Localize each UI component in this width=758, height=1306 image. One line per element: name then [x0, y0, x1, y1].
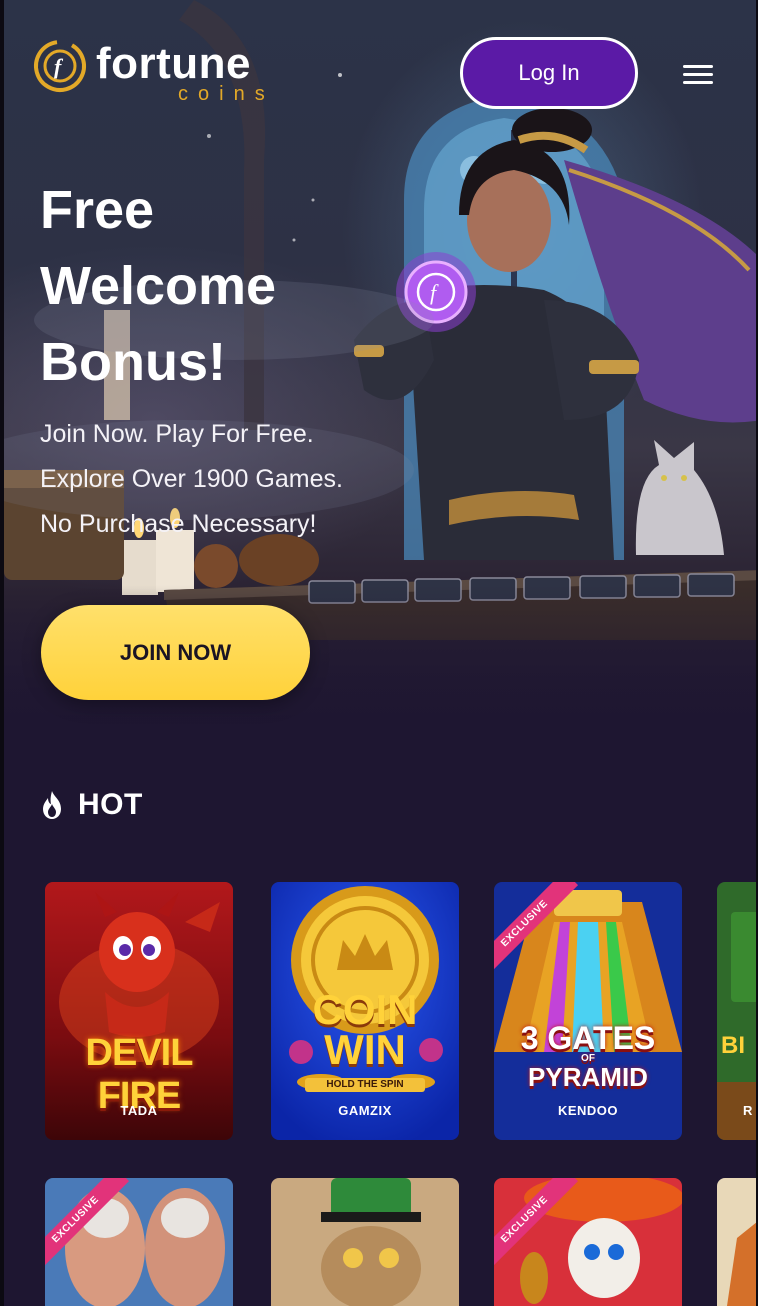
- game-title: BI: [721, 1032, 745, 1059]
- hero-sub-line: Explore Over 1900 Games.: [40, 465, 343, 493]
- fortune-coin-logo-icon: f: [34, 40, 86, 92]
- game-card-row2-2[interactable]: [271, 1178, 459, 1306]
- hero-banner: f f fortune coins Log In Free Welcome Bo…: [4, 0, 756, 745]
- game-card-partial[interactable]: BI R: [717, 882, 756, 1140]
- game-card-coin-win[interactable]: COIN WIN HOLD THE SPIN GAMZIX: [271, 882, 459, 1140]
- hero-sub-line: No Purchase Necessary!: [40, 510, 317, 538]
- game-card-devil-fire[interactable]: DEVIL FIRE TADA: [45, 882, 233, 1140]
- game-card-row2-4[interactable]: [717, 1178, 756, 1306]
- game-provider: TADA: [120, 1103, 158, 1118]
- menu-line: [683, 65, 713, 68]
- hot-section-header: HOT: [40, 788, 143, 822]
- game-art: [45, 1178, 233, 1306]
- game-art: [717, 882, 756, 1140]
- hero-title-line: Welcome: [40, 256, 277, 316]
- hero-subtitle: Join Now. Play For Free. Explore Over 19…: [40, 412, 420, 547]
- hero-title-line: Bonus!: [40, 332, 226, 392]
- game-provider: GAMZIX: [338, 1103, 392, 1118]
- game-card-3-gates-of-pyramid[interactable]: EXCLUSIVE 3 GATES OF PYRAMID KENDOO: [494, 882, 682, 1140]
- logo-text: fortune coins: [96, 38, 275, 105]
- hero-title-line: Free: [40, 180, 155, 240]
- menu-line: [683, 73, 713, 76]
- game-title-line: PYRAMID: [528, 1062, 648, 1092]
- game-provider: KENDOO: [557, 1103, 619, 1118]
- svg-text:f: f: [54, 54, 64, 79]
- game-card-row2-3[interactable]: EXCLUSIVE: [494, 1178, 682, 1306]
- game-art: [717, 1178, 756, 1306]
- hero-title: Free Welcome Bonus!: [40, 172, 340, 400]
- menu-line: [683, 81, 713, 84]
- game-art: [271, 1178, 459, 1306]
- game-card-row2-1[interactable]: EXCLUSIVE: [45, 1178, 233, 1306]
- hero-sub-line: Join Now. Play For Free.: [40, 420, 314, 448]
- game-art: [494, 1178, 682, 1306]
- game-title: 3 GATES OF PYRAMID: [494, 1022, 682, 1090]
- join-now-button[interactable]: JOIN NOW: [41, 605, 310, 700]
- game-title-line: COIN: [312, 986, 418, 1033]
- hamburger-menu-icon[interactable]: [678, 60, 718, 90]
- game-title-line: 3 GATES: [520, 1020, 656, 1056]
- page: f f fortune coins Log In Free Welcome Bo…: [0, 0, 758, 1306]
- logo-sub: coins: [178, 83, 275, 105]
- game-provider: R: [743, 1103, 753, 1118]
- game-title-line: WIN: [324, 1026, 406, 1073]
- hot-title: HOT: [78, 788, 143, 821]
- fire-icon: [43, 791, 61, 819]
- game-tag: HOLD THE SPIN: [305, 1078, 425, 1092]
- logo-word: fortune: [96, 39, 252, 88]
- fortune-coins-logo[interactable]: f fortune coins: [32, 38, 275, 104]
- login-button[interactable]: Log In: [460, 37, 638, 109]
- game-title: COIN WIN: [271, 986, 459, 1073]
